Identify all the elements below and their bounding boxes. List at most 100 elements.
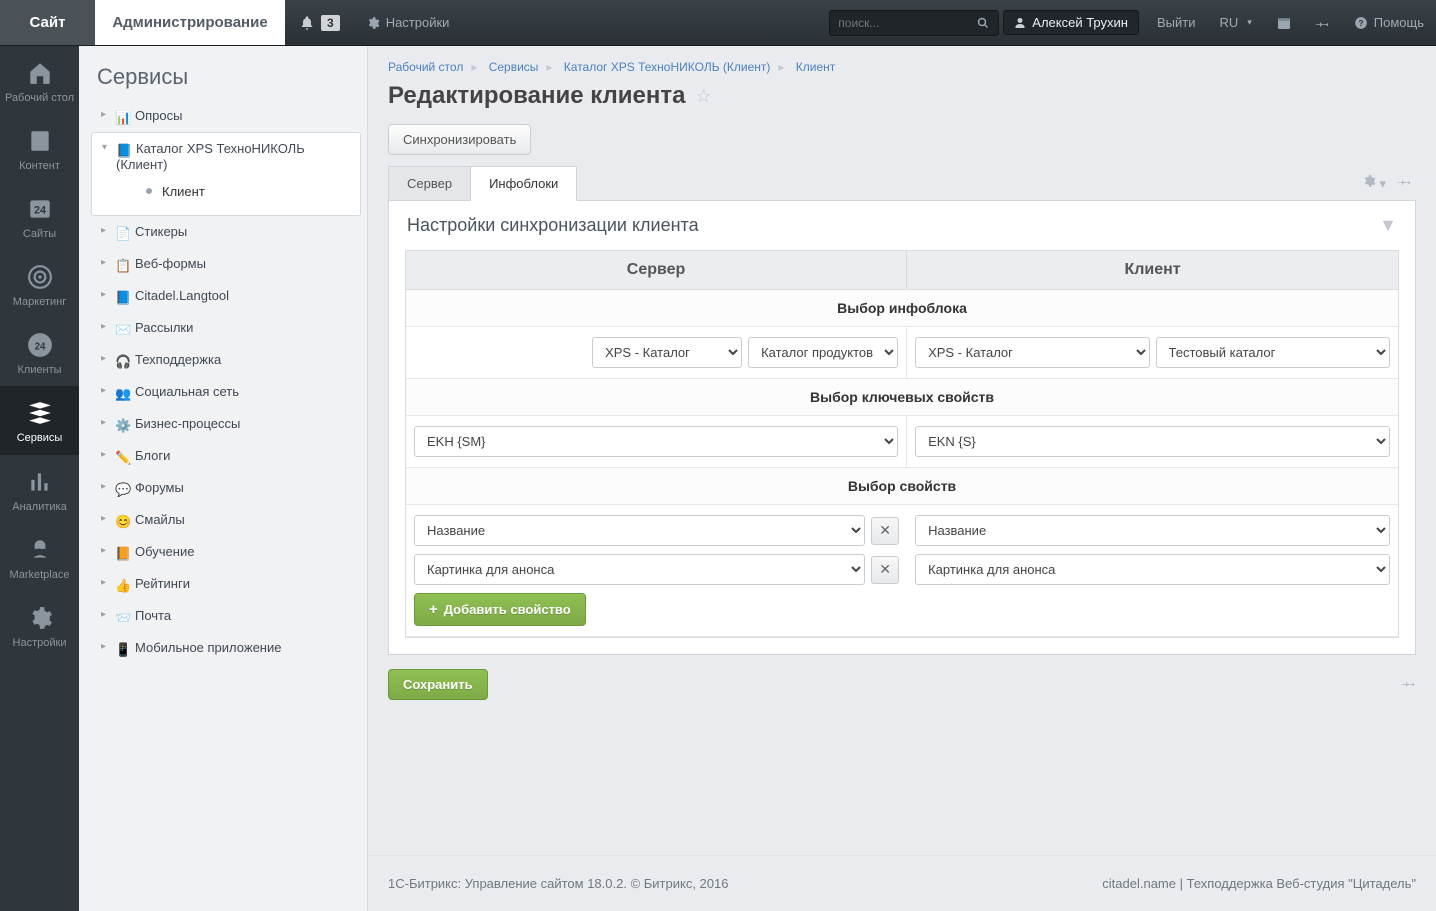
sidebar-item[interactable]: ▸🎧Техподдержка <box>91 344 361 376</box>
collapse-icon: ▾ <box>102 142 107 153</box>
plus-icon: + <box>429 601 438 618</box>
server-block-select[interactable]: Каталог продуктов <box>748 337 898 368</box>
client-block-type-select[interactable]: XPS - Каталог <box>915 337 1149 368</box>
rail-analytics[interactable]: Аналитика <box>0 455 79 523</box>
client-key-select[interactable]: EKN {S} <box>915 426 1390 457</box>
tab-infoblocks[interactable]: Инфоблоки <box>470 166 577 201</box>
expand-icon: ▸ <box>101 289 106 300</box>
server-key-select[interactable]: EKH {SM} <box>414 426 898 457</box>
save-button[interactable]: Сохранить <box>388 669 488 700</box>
blog-icon: ✏️ <box>115 450 131 464</box>
calendar-icon[interactable] <box>1264 0 1304 45</box>
support-icon: 🎧 <box>115 354 131 368</box>
footer-link[interactable]: Техподдержка Веб-студия "Цитадель" <box>1187 876 1416 891</box>
notifications[interactable]: 3 <box>285 0 354 45</box>
crumb-link[interactable]: Клиент <box>796 60 836 74</box>
search-icon[interactable] <box>977 17 989 29</box>
client-prop-select[interactable]: Название <box>915 515 1390 546</box>
tab-server[interactable]: Сервер <box>388 166 471 201</box>
th-client: Клиент <box>907 251 1398 290</box>
add-property-button[interactable]: +Добавить свойство <box>414 593 586 626</box>
rail-settings[interactable]: Настройки <box>0 591 79 659</box>
rail-services[interactable]: Сервисы <box>0 386 79 454</box>
sidebar-item[interactable]: ▸✉️Рассылки <box>91 312 361 344</box>
crumb-link[interactable]: Рабочий стол <box>388 60 463 74</box>
server-prop-select[interactable]: Картинка для анонса <box>414 554 865 585</box>
server-block-type-select[interactable]: XPS - Каталог <box>592 337 742 368</box>
sidebar-item[interactable]: ▸👥Социальная сеть <box>91 376 361 408</box>
bizproc-icon: ⚙️ <box>115 418 131 432</box>
pin-icon[interactable] <box>1304 0 1342 45</box>
icon-rail: Рабочий стол Контент 24Сайты Маркетинг 2… <box>0 46 79 911</box>
client-block-select[interactable]: Тестовый каталог <box>1156 337 1390 368</box>
footer-copyright: 1С-Битрикс: Управление сайтом 18.0.2. © … <box>388 876 728 891</box>
sidebar-item[interactable]: ▸📘Citadel.Langtool <box>91 280 361 312</box>
expand-icon: ▸ <box>101 353 106 364</box>
gear-icon[interactable]: ▾ <box>1362 174 1386 192</box>
bell-icon <box>299 15 315 31</box>
sync-button[interactable]: Синхронизировать <box>388 124 531 155</box>
settings-link[interactable]: Настройки <box>354 0 462 45</box>
crumb-link[interactable]: Сервисы <box>489 60 539 74</box>
sidebar-item[interactable]: ▸😊Смайлы <box>91 504 361 536</box>
sidebar-item[interactable]: ▸💬Форумы <box>91 472 361 504</box>
crumb-link[interactable]: Каталог XPS ТехноНИКОЛЬ (Клиент) <box>564 60 771 74</box>
expand-icon: ▸ <box>101 449 106 460</box>
tab-site[interactable]: Сайт <box>0 0 95 45</box>
sidebar-item[interactable]: ▸📋Веб-формы <box>91 248 361 280</box>
rail-desktop[interactable]: Рабочий стол <box>0 46 79 114</box>
main: Рабочий стол▸ Сервисы▸ Каталог XPS Техно… <box>368 46 1436 911</box>
user-button[interactable]: Алексей Трухин <box>1003 10 1139 35</box>
remove-prop-button[interactable]: ✕ <box>871 517 899 545</box>
section-infoblock: Выбор инфоблока <box>406 290 1398 327</box>
mail-icon: ✉️ <box>115 322 131 336</box>
client-prop-select[interactable]: Картинка для анонса <box>915 554 1390 585</box>
collapse-icon[interactable]: ▼ <box>1379 215 1397 236</box>
expand-icon: ▸ <box>101 545 106 556</box>
panel-title: Настройки синхронизации клиента <box>407 215 699 236</box>
expand-icon: ▸ <box>101 385 106 396</box>
social-icon: 👥 <box>115 386 131 400</box>
expand-icon: ▸ <box>101 109 106 120</box>
rail-marketing[interactable]: Маркетинг <box>0 250 79 318</box>
mobile-icon: 📱 <box>115 642 131 656</box>
rail-sites[interactable]: 24Сайты <box>0 182 79 250</box>
tab-actions: ▾ <box>1362 165 1416 200</box>
expand-icon: ▸ <box>101 257 106 268</box>
sidebar-item[interactable]: ▸📙Обучение <box>91 536 361 568</box>
settings-panel: Настройки синхронизации клиента ▼ Сервер… <box>388 200 1416 655</box>
rating-icon: 👍 <box>115 578 131 592</box>
sidebar-item[interactable]: ▸✏️Блоги <box>91 440 361 472</box>
expand-icon: ▸ <box>101 513 106 524</box>
forum-icon: 💬 <box>115 482 131 496</box>
pin-icon[interactable] <box>1398 174 1412 191</box>
catalog-icon: 📘 <box>116 143 132 157</box>
sidebar-item[interactable]: ▸📱Мобильное приложение <box>91 632 361 664</box>
server-prop-select[interactable]: Название <box>414 515 865 546</box>
search <box>821 0 997 45</box>
sidebar-item[interactable]: ▸📊Опросы <box>91 100 361 132</box>
search-input[interactable] <box>829 10 999 36</box>
learning-icon: 📙 <box>115 546 131 560</box>
tab-admin[interactable]: Администрирование <box>95 0 285 45</box>
rail-marketplace[interactable]: Marketplace <box>0 523 79 591</box>
lang-switch[interactable]: RU▾ <box>1207 0 1263 45</box>
footer-link[interactable]: citadel.name <box>1102 876 1176 891</box>
smile-icon: 😊 <box>115 514 131 528</box>
rail-content[interactable]: Контент <box>0 114 79 182</box>
sidebar-subitem-client[interactable]: Клиент <box>116 176 352 207</box>
pin-icon[interactable] <box>1402 676 1416 693</box>
logout-link[interactable]: Выйти <box>1145 0 1208 45</box>
svg-text:?: ? <box>1358 18 1363 27</box>
page-title: Редактирование клиента <box>388 82 685 110</box>
rail-clients[interactable]: 24Клиенты <box>0 318 79 386</box>
favorite-star-icon[interactable]: ☆ <box>695 86 711 107</box>
expand-icon: ▸ <box>101 417 106 428</box>
sidebar-item[interactable]: ▸📨Почта <box>91 600 361 632</box>
help-link[interactable]: ? Помощь <box>1342 0 1436 45</box>
sidebar-item[interactable]: ▾📘Каталог XPS ТехноНИКОЛЬ (Клиент) Клиен… <box>91 132 361 216</box>
sidebar-item[interactable]: ▸👍Рейтинги <box>91 568 361 600</box>
sidebar-item[interactable]: ▸⚙️Бизнес-процессы <box>91 408 361 440</box>
remove-prop-button[interactable]: ✕ <box>871 556 899 584</box>
sidebar-item[interactable]: ▸📄Стикеры <box>91 216 361 248</box>
